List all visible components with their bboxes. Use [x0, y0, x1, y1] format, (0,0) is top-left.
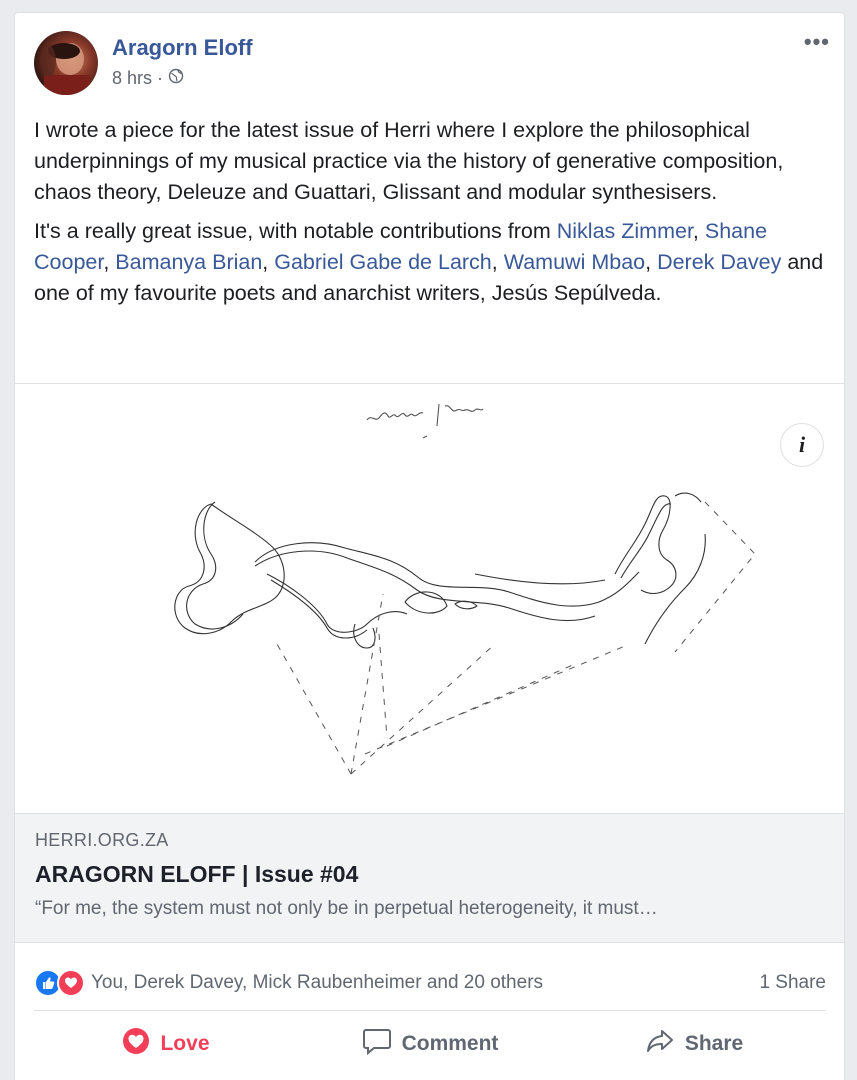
tag-gabriel-gabe-de-larch[interactable]: Gabriel Gabe de Larch: [274, 250, 492, 274]
globe-icon[interactable]: [168, 68, 184, 89]
sketch-drawing: [174, 403, 756, 775]
post-timestamp[interactable]: 8 hrs: [112, 68, 152, 89]
comment-icon: [362, 1027, 392, 1061]
reaction-icons[interactable]: [34, 968, 85, 997]
image-caption-signature: [366, 403, 484, 439]
love-reaction-icon[interactable]: [57, 968, 85, 997]
post-body: I wrote a piece for the latest issue of …: [15, 115, 844, 309]
meta-separator: ·: [157, 68, 164, 88]
post-actions: Love Comment Share: [34, 1013, 826, 1075]
link-preview[interactable]: HERRI.ORG.ZA ARAGORN ELOFF | Issue #04 “…: [15, 813, 844, 943]
post-header: Aragorn Eloff 8 hrs · •••: [15, 13, 844, 115]
post-paragraph-1: I wrote a piece for the latest issue of …: [34, 118, 784, 204]
reactions-summary[interactable]: You, Derek Davey, Mick Raubenheimer and …: [91, 972, 543, 994]
comment-button-label: Comment: [401, 1032, 499, 1055]
post-paragraph-2: It's a really great issue, with notable …: [34, 216, 824, 309]
share-button[interactable]: Share: [562, 1013, 826, 1075]
link-domain: HERRI.ORG.ZA: [35, 830, 169, 850]
more-options-icon[interactable]: •••: [804, 31, 830, 53]
post-image[interactable]: [15, 383, 844, 813]
author-avatar[interactable]: [34, 31, 98, 95]
share-icon: [645, 1027, 675, 1061]
share-count[interactable]: 1 Share: [759, 972, 826, 994]
author-name[interactable]: Aragorn Eloff: [112, 35, 253, 61]
tag-bamanya-brian[interactable]: Bamanya Brian: [115, 250, 262, 274]
love-button-label: Love: [160, 1032, 210, 1055]
post-card: Aragorn Eloff 8 hrs · ••• I wrote a piec…: [14, 12, 845, 1080]
comma: ,: [645, 250, 658, 274]
post-meta: 8 hrs ·: [112, 68, 184, 89]
link-title[interactable]: ARAGORN ELOFF | Issue #04: [35, 861, 826, 888]
comma: ,: [491, 250, 504, 274]
comma: ,: [692, 219, 705, 243]
figure-sketch: [174, 492, 706, 649]
comma: ,: [103, 250, 116, 274]
tag-derek-davey[interactable]: Derek Davey: [657, 250, 781, 274]
love-icon: [122, 1027, 150, 1061]
share-button-label: Share: [684, 1032, 744, 1055]
love-button[interactable]: Love: [34, 1013, 298, 1075]
paragraph-text: It's a really great issue, with notable …: [34, 219, 557, 243]
info-icon[interactable]: i: [780, 423, 824, 467]
link-description: “For me, the system must not only be in …: [35, 898, 658, 919]
reactions-bar: You, Derek Davey, Mick Raubenheimer and …: [34, 955, 826, 1011]
tag-wamuwi-mbao[interactable]: Wamuwi Mbao: [504, 250, 645, 274]
comment-button[interactable]: Comment: [298, 1013, 562, 1075]
comma: ,: [262, 250, 275, 274]
tag-niklas-zimmer[interactable]: Niklas Zimmer: [557, 219, 693, 243]
